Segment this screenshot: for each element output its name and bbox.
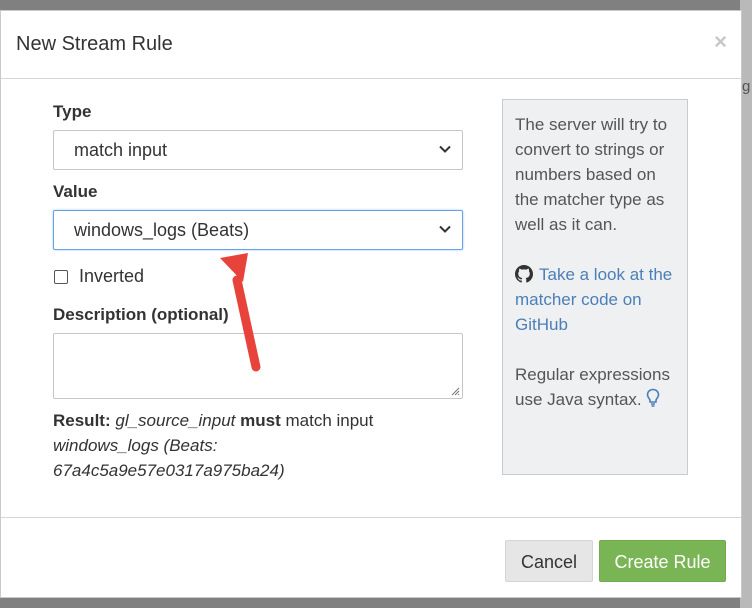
result-target-name: windows_logs (Beats:	[53, 436, 218, 455]
github-icon	[515, 265, 533, 283]
description-textarea[interactable]	[53, 333, 463, 399]
modal-title: New Stream Rule	[16, 33, 173, 55]
resize-grip-icon[interactable]	[451, 387, 460, 396]
result-must: must	[240, 411, 281, 430]
modal-footer: Cancel Create Rule	[1, 517, 741, 598]
modal-header: New Stream Rule ×	[1, 11, 741, 79]
result-target-id: 67a4c5a9e57e0317a975ba24)	[53, 461, 285, 480]
result-summary: Result: gl_source_input must match input…	[53, 408, 473, 483]
result-field: gl_source_input	[115, 411, 236, 430]
github-matcher-link[interactable]: Take a look at the matcher code on GitHu…	[515, 265, 672, 334]
description-label: Description (optional)	[53, 305, 229, 324]
type-select[interactable]: match input	[53, 130, 463, 170]
help-link-row: Take a look at the matcher code on GitHu…	[515, 262, 675, 337]
help-text-regex: Regular expressions use Java syntax.	[515, 362, 675, 412]
inverted-label[interactable]: Inverted	[79, 266, 144, 287]
inverted-checkbox[interactable]	[54, 270, 68, 284]
value-select-value: windows_logs (Beats)	[74, 220, 250, 240]
new-stream-rule-modal: New Stream Rule × Type match input Value…	[0, 10, 742, 598]
value-label: Value	[53, 182, 98, 201]
background-text-fragment: g	[742, 78, 751, 95]
close-icon[interactable]: ×	[714, 31, 727, 53]
type-label: Type	[53, 102, 92, 121]
chevron-down-icon	[439, 225, 451, 233]
type-select-value: match input	[74, 140, 168, 160]
create-rule-button[interactable]: Create Rule	[599, 540, 726, 582]
help-text-conversion: The server will try to convert to string…	[515, 115, 668, 234]
result-prefix: Result:	[53, 411, 111, 430]
help-panel: The server will try to convert to string…	[502, 99, 688, 475]
value-select[interactable]: windows_logs (Beats)	[53, 210, 463, 250]
cancel-button[interactable]: Cancel	[505, 540, 593, 582]
chevron-down-icon	[439, 145, 451, 153]
lightbulb-icon	[647, 388, 660, 407]
result-match-text: match input	[285, 411, 374, 430]
